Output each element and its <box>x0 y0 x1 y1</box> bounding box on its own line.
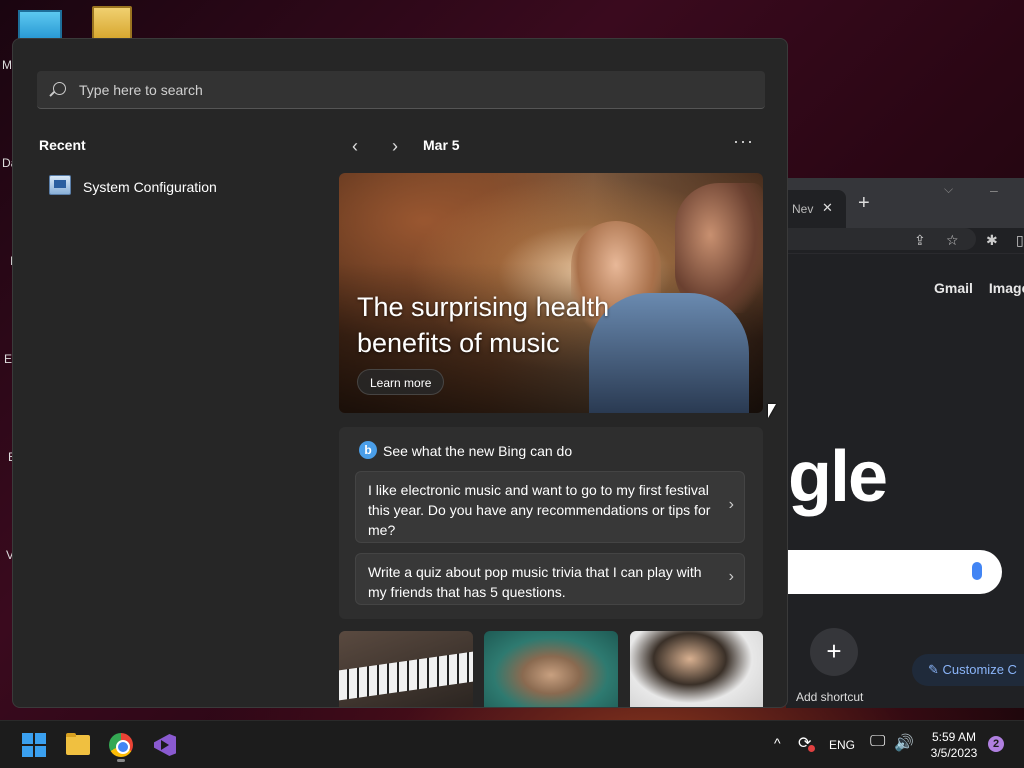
volume-icon[interactable]: 🔊 <box>894 733 914 768</box>
file-explorer-icon[interactable] <box>62 729 94 761</box>
chevron-down-icon[interactable]: ⌵ <box>944 182 953 197</box>
previous-day-button[interactable]: ‹ <box>343 135 367 159</box>
minimize-button[interactable]: – <box>990 182 998 198</box>
browser-tab-label: Nev <box>792 202 814 216</box>
images-link[interactable]: Images <box>989 280 1024 296</box>
bing-card-title: See what the new Bing can do <box>383 443 573 459</box>
gmail-link[interactable]: Gmail <box>934 280 973 296</box>
visual-studio-icon[interactable] <box>149 729 181 761</box>
bing-card: b See what the new Bing can do I like el… <box>339 427 763 619</box>
extensions-icon[interactable]: ✱ <box>986 232 998 249</box>
close-icon[interactable]: ✕ <box>822 200 833 216</box>
new-tab-button[interactable]: + <box>858 192 870 215</box>
browser-tab-bar: Nev ✕ + ⌵ – <box>786 178 1024 228</box>
browser-window: Nev ✕ + ⌵ – ⇪ ☆ ✱ ▯ Gmail Images gle + Ad… <box>786 178 1024 708</box>
mouse-cursor <box>768 404 776 418</box>
sync-icon[interactable]: ⟳ <box>798 733 816 768</box>
running-indicator <box>117 759 125 762</box>
share-icon[interactable]: ⇪ <box>914 232 926 249</box>
microphone-icon[interactable] <box>972 562 982 580</box>
google-search-box[interactable] <box>786 550 1002 594</box>
clock[interactable]: 5:59 AM 3/5/2023 <box>922 729 986 768</box>
hero-title: The surprising health benefits of music <box>357 292 610 358</box>
desktop-icon-monitor[interactable] <box>18 10 62 40</box>
clock-time: 5:59 AM <box>931 730 977 744</box>
desktop-label: M <box>2 58 12 72</box>
bing-prompt-button[interactable]: I like electronic music and want to go t… <box>355 471 745 543</box>
chrome-icon[interactable] <box>105 729 137 761</box>
bing-prompt-text: I like electronic music and want to go t… <box>368 482 711 538</box>
search-input[interactable] <box>79 79 739 101</box>
search-box[interactable] <box>37 71 765 109</box>
hero-card[interactable]: The surprising health benefits of music … <box>339 173 763 413</box>
notification-badge[interactable]: 2 <box>988 736 1004 752</box>
learn-more-button[interactable]: Learn more <box>357 369 445 395</box>
customize-chrome-button[interactable]: ✎ Customize C <box>912 654 1024 686</box>
feed-thumbnail-headphones[interactable] <box>484 631 618 707</box>
show-hidden-icons-button[interactable]: ^ <box>774 735 781 768</box>
add-shortcut-label: Add shortcut <box>796 690 864 704</box>
bing-prompt-button[interactable]: Write a quiz about pop music trivia that… <box>355 553 745 605</box>
recent-heading: Recent <box>39 137 86 153</box>
system-config-icon <box>49 175 71 195</box>
search-icon <box>53 82 66 95</box>
feed-thumbnail-piano[interactable] <box>339 631 473 707</box>
customize-label: Customize C <box>942 662 1017 677</box>
sidepanel-icon[interactable]: ▯ <box>1016 232 1024 249</box>
bing-prompt-text: Write a quiz about pop music trivia that… <box>368 564 702 600</box>
start-menu-panel: Recent System Configuration ‹ › Mar 5 ··… <box>12 38 788 708</box>
network-icon[interactable]: 🖵 <box>870 733 885 768</box>
feed-date: Mar 5 <box>423 137 460 153</box>
next-day-button[interactable]: › <box>383 135 407 159</box>
recent-item-label: System Configuration <box>83 179 217 195</box>
google-header-links: Gmail Images <box>934 280 1024 296</box>
language-indicator[interactable]: ENG <box>829 738 855 768</box>
more-options-button[interactable]: ··· <box>733 131 754 152</box>
feed-thumbnail-vinyl[interactable] <box>630 631 763 707</box>
chevron-right-icon: › <box>728 568 734 585</box>
google-logo: gle <box>788 437 888 517</box>
bing-icon: b <box>359 441 377 459</box>
recent-item-system-configuration[interactable]: System Configuration <box>39 169 319 205</box>
browser-toolbar: ⇪ ☆ ✱ ▯ <box>786 228 1024 254</box>
star-icon[interactable]: ☆ <box>946 232 959 249</box>
start-icon[interactable] <box>18 729 50 761</box>
browser-tab[interactable]: Nev ✕ <box>786 190 846 228</box>
chevron-right-icon: › <box>728 496 734 513</box>
add-shortcut-button[interactable]: + <box>810 628 858 676</box>
desktop-icon-archive[interactable] <box>92 6 132 40</box>
clock-date: 3/5/2023 <box>930 746 978 760</box>
taskbar: ^ ⟳ ENG 🖵 🔊 5:59 AM 3/5/2023 2 <box>0 720 1024 768</box>
